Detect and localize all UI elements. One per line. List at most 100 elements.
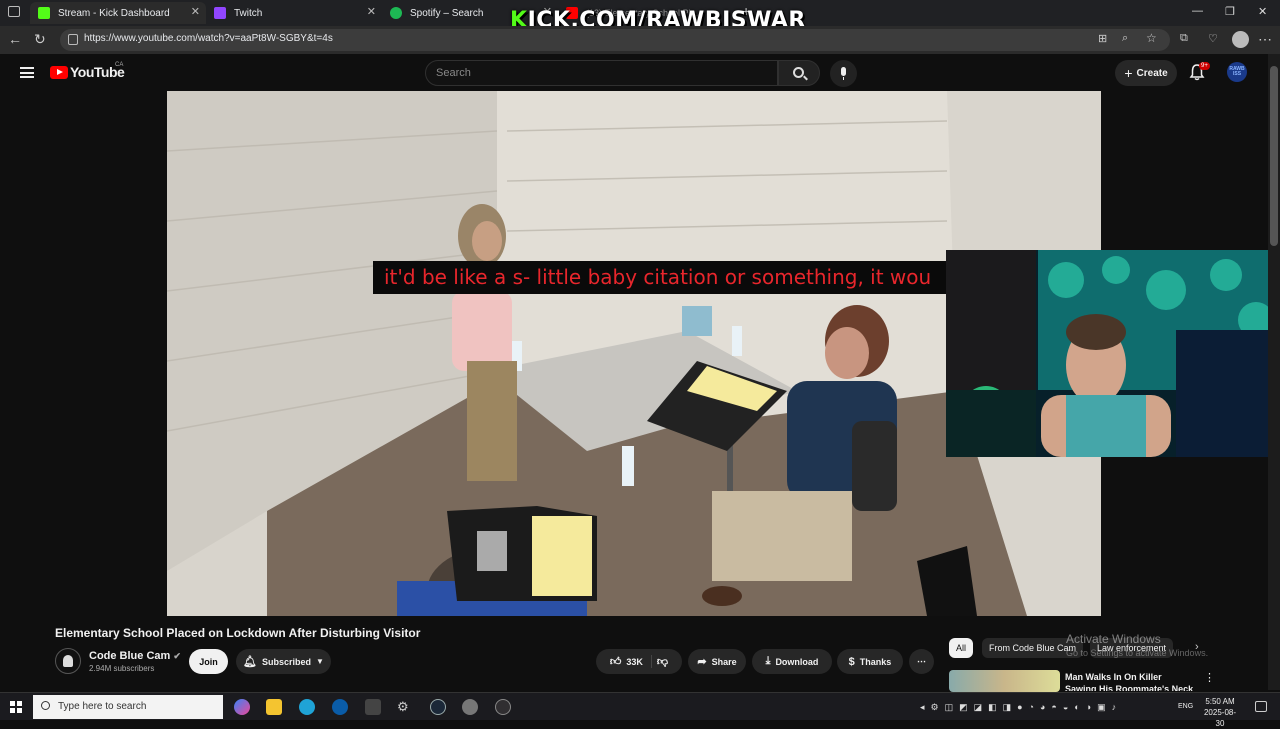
like-button[interactable]: 👍︎ 33K: [610, 655, 652, 668]
plus-icon: +: [1124, 65, 1133, 81]
channel-name[interactable]: Code Blue Cam ✔: [89, 650, 181, 662]
bell-icon: 🔔︎: [243, 656, 258, 668]
more-horizontal-icon: ⋯: [917, 656, 926, 666]
recommended-more-icon[interactable]: ⋮: [1204, 671, 1215, 684]
account-avatar[interactable]: RAWB ISS: [1227, 62, 1247, 82]
recommended-video-title[interactable]: Man Walks In On Killer Sawing His Roomma…: [1065, 671, 1195, 691]
reload-icon[interactable]: ↻: [34, 31, 46, 48]
share-button[interactable]: ➦ Share: [688, 649, 746, 674]
spotify-favicon-icon: [390, 7, 402, 19]
extensions-icon[interactable]: ⧉: [1180, 32, 1188, 45]
subscriber-count: 2.94M subscribers: [89, 664, 155, 673]
search-button[interactable]: [778, 60, 820, 86]
close-tab-icon[interactable]: ✕: [367, 5, 376, 18]
kick-favicon-icon: [38, 7, 50, 19]
tab-label: Twitch: [234, 7, 263, 19]
thanks-icon: $: [848, 655, 855, 668]
microphone-icon: [841, 67, 846, 76]
share-icon: ➦: [697, 656, 707, 668]
obs-icon[interactable]: [495, 699, 511, 715]
streamer-webcam: [946, 250, 1280, 457]
voice-search-button[interactable]: [830, 60, 857, 87]
chip-all[interactable]: All: [949, 638, 974, 658]
input-language[interactable]: ENG: [1178, 703, 1193, 710]
search-input[interactable]: Search: [425, 60, 778, 86]
system-tray-icons[interactable]: ◂⚙◫◩◪◧◨●◔◕◓◒◐◑▣♪: [920, 702, 1170, 712]
thumbs-up-icon: 👍︎: [609, 656, 622, 668]
minimize-icon[interactable]: —: [1192, 5, 1203, 17]
hamburger-menu-icon[interactable]: [20, 67, 34, 78]
windows-start-icon[interactable]: [10, 701, 22, 713]
recommended-video-thumbnail[interactable]: [949, 670, 1060, 692]
taskbar-search-placeholder: Type here to search: [58, 701, 147, 712]
download-button[interactable]: ⤓ Download: [752, 649, 832, 674]
tab-label: Stream - Kick Dashboard: [58, 7, 170, 19]
download-label: Download: [775, 656, 819, 667]
photoshop-icon[interactable]: [332, 699, 348, 715]
tab-twitch[interactable]: Twitch ✕: [206, 2, 382, 24]
tab-actions-icon[interactable]: [8, 6, 20, 17]
url-text[interactable]: https://www.youtube.com/watch?v=aaPt8W-S…: [84, 33, 333, 44]
taskbar-clock[interactable]: 5:50 AM 2025-08-30: [1200, 696, 1240, 729]
more-actions-button[interactable]: ⋯: [909, 649, 934, 674]
favorite-star-icon[interactable]: ☆: [1146, 31, 1157, 45]
video-title: Elementary School Placed on Lockdown Aft…: [55, 626, 421, 640]
steam-icon[interactable]: [430, 699, 446, 715]
close-tab-icon[interactable]: ✕: [191, 5, 200, 18]
activate-windows-watermark: Activate Windows: [1066, 632, 1161, 646]
subscribed-label: Subscribed: [262, 656, 312, 667]
chevron-down-icon: ▼: [316, 657, 324, 666]
browser-essentials-icon[interactable]: ♡: [1208, 32, 1218, 45]
notification-count-badge: 9+: [1199, 62, 1210, 70]
channel-name-text: Code Blue Cam: [89, 650, 171, 662]
browser-nav-bar: ← ↻ https://www.youtube.com/watch?v=aaPt…: [0, 26, 1280, 54]
copilot-icon[interactable]: [234, 699, 250, 715]
thanks-label: Thanks: [859, 656, 892, 667]
youtube-logo-icon[interactable]: [50, 66, 68, 79]
channel-avatar[interactable]: [55, 648, 81, 674]
video-caption: it'd be like a s- little baby citation o…: [373, 261, 946, 294]
like-count: 33K: [626, 656, 643, 667]
edge-browser-icon[interactable]: [299, 699, 315, 715]
download-icon: ⤓: [765, 655, 771, 667]
activate-windows-subtext: Go to Settings to activate Windows.: [1066, 648, 1209, 658]
tab-kick-dashboard[interactable]: Stream - Kick Dashboard ✕: [30, 2, 206, 24]
country-code: CA: [115, 62, 124, 68]
share-label: Share: [711, 656, 737, 667]
webcam-feed: [946, 250, 1280, 457]
app-icon[interactable]: [462, 699, 478, 715]
close-window-icon[interactable]: ✕: [1258, 5, 1267, 18]
tab-label: Spotify – Search: [410, 7, 484, 19]
address-bar[interactable]: https://www.youtube.com/watch?v=aaPt8W-S…: [60, 29, 1170, 51]
maximize-icon[interactable]: ❐: [1225, 5, 1235, 18]
notification-center-icon[interactable]: [1255, 701, 1267, 712]
taskbar-search-box[interactable]: Type here to search: [33, 695, 223, 719]
like-dislike-group: 👍︎ 33K 👎︎: [596, 649, 682, 674]
youtube-header: YouTube CA Search + Create 9+ RAWB ISS: [0, 54, 1268, 92]
twitch-favicon-icon: [214, 7, 226, 19]
join-button[interactable]: Join: [189, 649, 228, 674]
clock-time: 5:50 AM: [1205, 697, 1235, 706]
thanks-button[interactable]: $ Thanks: [837, 649, 903, 674]
dislike-button[interactable]: 👎︎: [657, 655, 668, 668]
settings-gear-icon[interactable]: ⚙: [397, 699, 413, 715]
app-available-icon[interactable]: ⊞: [1098, 32, 1107, 45]
verified-check-icon: ✔: [173, 651, 181, 661]
scrollbar-thumb[interactable]: [1270, 66, 1278, 246]
file-explorer-icon[interactable]: [266, 699, 282, 715]
thumbs-down-icon: 👎︎: [656, 656, 669, 668]
clock-date: 2025-08-30: [1203, 708, 1237, 728]
windows-taskbar: Type here to search ⚙ ◂⚙◫◩◪◧◨●◔◕◓◒◐◑▣♪ E…: [0, 692, 1280, 728]
search-icon: [41, 701, 50, 710]
site-info-icon[interactable]: [68, 34, 78, 45]
subscribed-button[interactable]: 🔔︎ Subscribed ▼: [236, 649, 331, 674]
channel-logo-icon: [63, 655, 73, 667]
create-button[interactable]: + Create: [1115, 60, 1177, 86]
app-icon[interactable]: [365, 699, 381, 715]
zoom-icon[interactable]: ⌕: [1122, 32, 1128, 45]
create-label: Create: [1136, 67, 1168, 79]
more-menu-icon[interactable]: ⋯: [1258, 31, 1272, 48]
back-icon[interactable]: ←: [8, 31, 22, 47]
search-placeholder: Search: [436, 67, 471, 79]
profile-icon[interactable]: [1232, 31, 1249, 48]
